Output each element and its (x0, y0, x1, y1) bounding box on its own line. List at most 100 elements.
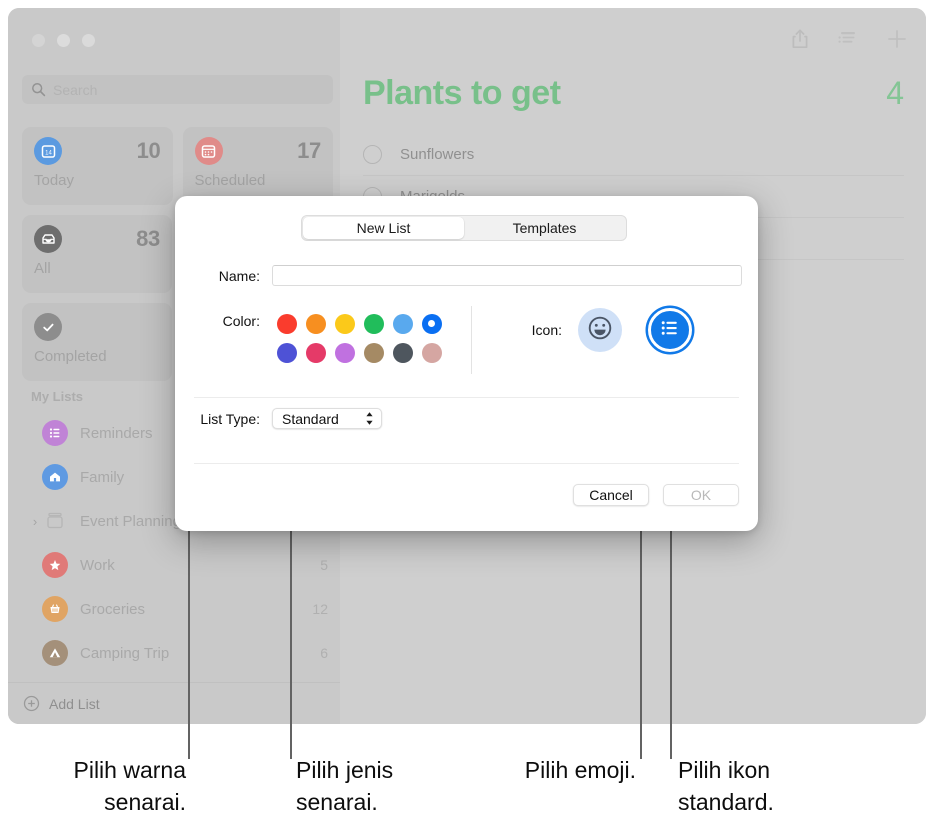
disclosure-placeholder: › (28, 646, 42, 661)
add-reminder-icon[interactable] (886, 28, 908, 55)
smart-card-label: Completed (34, 348, 107, 365)
color-swatch-cell[interactable] (301, 309, 330, 338)
color-swatch-graphite[interactable] (392, 342, 413, 363)
color-swatch-indigo[interactable] (276, 342, 297, 363)
search-input[interactable]: Search (22, 75, 333, 104)
close-window-button[interactable] (32, 34, 45, 47)
color-swatch-yellow[interactable] (334, 313, 355, 334)
chevron-right-icon[interactable]: › (28, 514, 42, 529)
share-icon[interactable] (790, 28, 810, 55)
smart-card-today[interactable]: 14 10 Today (22, 127, 173, 205)
smart-card-count: 83 (136, 226, 160, 251)
caption-color: Pilih warna senarai. (73, 757, 187, 815)
color-swatch-cell[interactable] (330, 338, 359, 367)
page-title: Plants to get (363, 74, 561, 112)
color-swatch-cell[interactable] (359, 338, 388, 367)
list-type-label: List Type: (200, 410, 260, 427)
smiley-face-icon (587, 315, 613, 346)
color-swatch-red[interactable] (276, 313, 297, 334)
color-swatch-grid (272, 309, 446, 367)
list-type-value: Standard (282, 410, 339, 427)
calendar-scheduled-icon (194, 137, 223, 165)
disclosure-placeholder: › (28, 426, 42, 441)
color-swatch-pink[interactable] (305, 342, 326, 363)
add-list-label: Add List (49, 695, 100, 712)
standard-list-icon-button[interactable] (648, 308, 692, 352)
selected-indicator-dot (428, 320, 435, 327)
disclosure-placeholder: › (28, 558, 42, 573)
complete-toggle-icon[interactable] (363, 145, 382, 164)
emoji-picker-button[interactable] (578, 308, 622, 352)
color-swatch-cell[interactable] (272, 309, 301, 338)
search-placeholder: Search (53, 81, 98, 98)
house-icon (42, 464, 68, 490)
content-header: Plants to get 4 (363, 74, 904, 113)
minimize-window-button[interactable] (57, 34, 70, 47)
list-item-label: Camping Trip (80, 644, 170, 662)
content-toolbar (790, 28, 908, 55)
list-item-count: 12 (312, 601, 328, 617)
color-swatch-green[interactable] (363, 313, 384, 334)
color-swatch-cell-selected[interactable] (417, 309, 446, 338)
color-swatch-cell[interactable] (417, 338, 446, 367)
my-lists-section-header: My Lists (31, 389, 84, 404)
color-swatch-brown[interactable] (363, 342, 384, 363)
inbox-all-icon (34, 225, 62, 253)
divider-above-buttons (194, 463, 739, 464)
new-list-dialog: New List Templates Name: Color: Icon: Li… (175, 196, 758, 531)
smart-card-scheduled[interactable]: 17 Scheduled (182, 127, 333, 205)
cancel-button[interactable]: Cancel (573, 484, 649, 506)
color-swatch-cell[interactable] (301, 338, 330, 367)
color-label: Color: (222, 313, 260, 329)
color-swatch-cell[interactable] (388, 309, 417, 338)
basket-icon (42, 596, 68, 622)
list-item-camping-trip[interactable]: › Camping Trip 6 (18, 631, 340, 675)
icon-label: Icon: (531, 322, 562, 338)
list-type-field-row: List Type: Standard (194, 408, 382, 429)
tent-icon (42, 640, 68, 666)
color-swatch-blue-selected[interactable] (421, 313, 442, 334)
smart-card-completed[interactable]: Completed (22, 303, 172, 381)
color-swatch-purple[interactable] (334, 342, 355, 363)
bullet-list-icon (42, 420, 68, 446)
dialog-button-bar: Cancel OK (573, 484, 739, 506)
vertical-divider (471, 306, 472, 374)
color-swatch-cell[interactable] (330, 309, 359, 338)
maximize-window-button[interactable] (82, 34, 95, 47)
tab-new-list[interactable]: New List (303, 217, 464, 239)
calendar-today-icon: 14 (34, 137, 62, 165)
color-swatch-cell[interactable] (272, 338, 301, 367)
smart-card-label: Scheduled (194, 172, 266, 189)
disclosure-placeholder: › (28, 602, 42, 617)
list-options-icon[interactable] (837, 30, 859, 53)
list-item-count: 5 (320, 557, 328, 573)
reminder-title: Sunflowers (400, 146, 475, 163)
color-swatch-dusty-rose[interactable] (421, 342, 442, 363)
checkmark-completed-icon (34, 313, 62, 341)
color-swatch-orange[interactable] (305, 313, 326, 334)
name-field-row: Name: (194, 265, 742, 286)
smart-card-all[interactable]: 83 All (22, 215, 172, 293)
screenshot-root: Search 14 10 Today 17 Scheduled 83 All C… (0, 0, 934, 825)
list-item-label: Work (80, 556, 115, 574)
list-item-groceries[interactable]: › Groceries 12 (18, 587, 340, 631)
name-label: Name: (218, 267, 260, 284)
ok-button[interactable]: OK (663, 484, 739, 506)
star-icon (42, 552, 68, 578)
color-swatch-light-blue[interactable] (392, 313, 413, 334)
search-icon (31, 82, 46, 97)
smart-card-label: Today (34, 172, 75, 189)
window-traffic-lights[interactable] (32, 34, 95, 47)
list-item-work[interactable]: › Work 5 (18, 543, 340, 587)
tab-templates[interactable]: Templates (464, 217, 625, 239)
list-type-select[interactable]: Standard (272, 408, 382, 429)
color-swatch-cell[interactable] (359, 309, 388, 338)
list-name-input[interactable] (272, 265, 742, 286)
smart-card-label: All (34, 260, 51, 277)
smart-card-count: 10 (136, 138, 161, 163)
list-item-label: Groceries (80, 600, 146, 618)
icon-field-row: Icon: (520, 308, 692, 352)
table-row[interactable]: Sunflowers (363, 134, 904, 176)
caption-standard-icon: Pilih ikon standard. (678, 757, 774, 815)
color-swatch-cell[interactable] (388, 338, 417, 367)
